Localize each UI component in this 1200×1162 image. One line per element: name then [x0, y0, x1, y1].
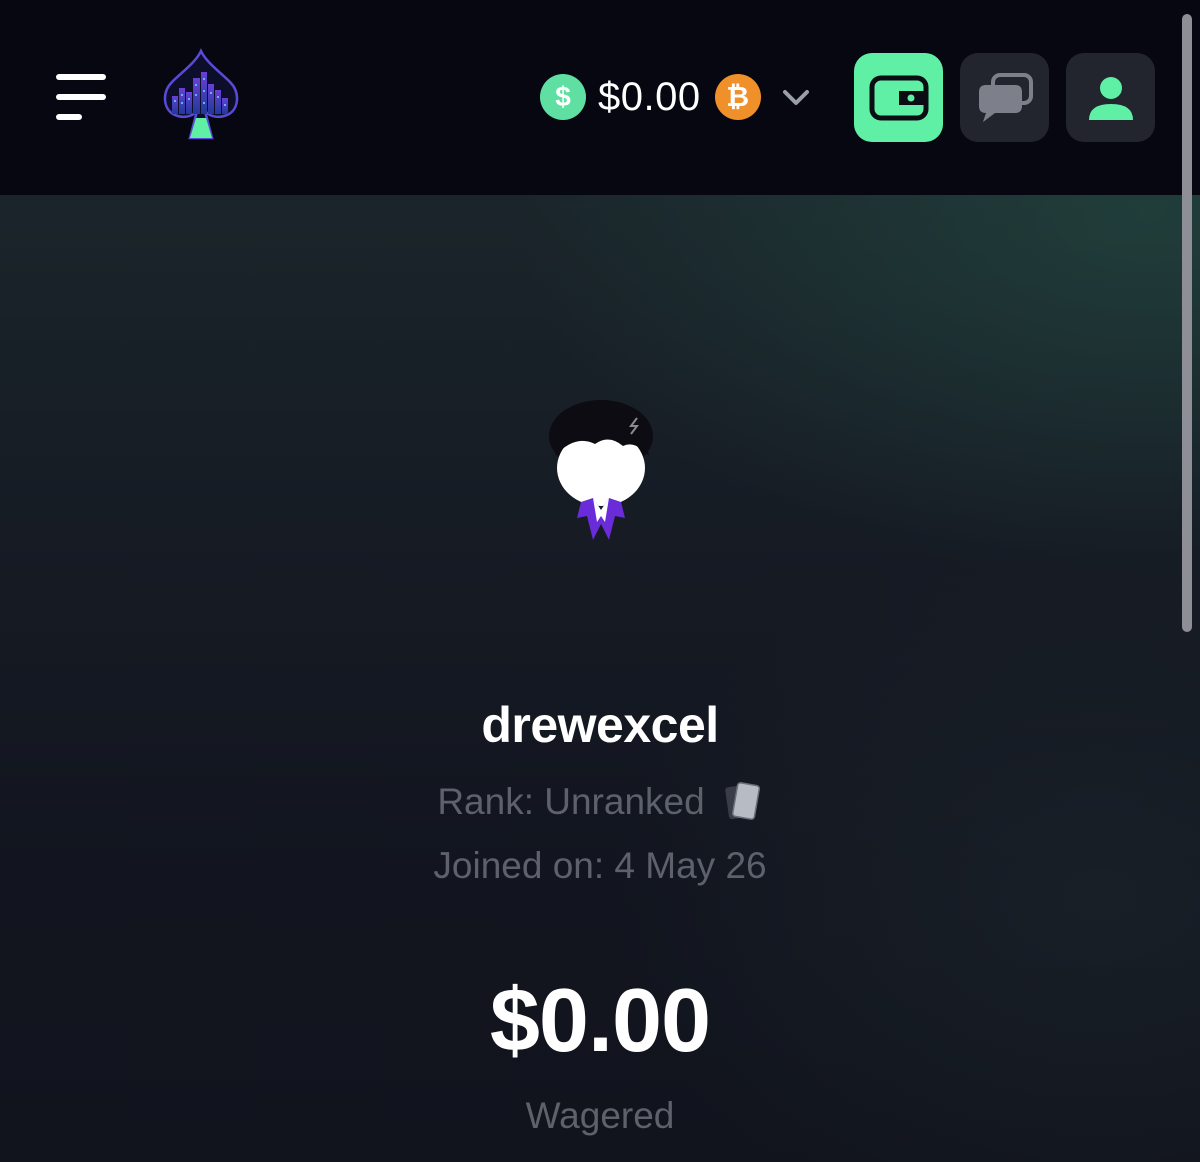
profile-button[interactable] [1066, 53, 1155, 142]
wallet-button[interactable] [854, 53, 943, 142]
bitcoin-icon: ₿ [714, 74, 761, 120]
joined-date: Joined on: 4 May 26 [433, 845, 767, 886]
user-icon [1088, 76, 1133, 120]
wallet-icon [869, 75, 928, 120]
balance-amount: $0.00 [598, 74, 701, 119]
wagered-amount: $0.00 [489, 971, 711, 1071]
hamburger-menu-icon[interactable] [56, 74, 108, 120]
usd-coin-icon: $ [540, 74, 586, 120]
scrollbar[interactable] [1182, 14, 1192, 632]
cards-rank-icon [724, 782, 760, 820]
chat-button[interactable] [960, 53, 1049, 142]
profile-section: drewexcel Rank: Unranked Joined on: 4 Ma… [0, 195, 1200, 1162]
rank-line: Rank: Unranked [0, 780, 1200, 824]
rank-text: Rank: Unranked [437, 781, 705, 822]
top-bar: $ $0.00 ₿ [0, 0, 1200, 195]
spade-city-logo[interactable] [160, 48, 242, 140]
app: $ $0.00 ₿ drewexcel Rank: Unranked Joine… [0, 0, 1200, 1162]
balance-selector[interactable]: $ $0.00 ₿ [540, 73, 813, 121]
wagered-label: Wagered [525, 1095, 675, 1136]
username: drewexcel [481, 697, 719, 753]
chevron-down-icon[interactable] [779, 80, 813, 114]
user-avatar [549, 400, 653, 540]
chat-bubbles-icon [978, 72, 1033, 122]
